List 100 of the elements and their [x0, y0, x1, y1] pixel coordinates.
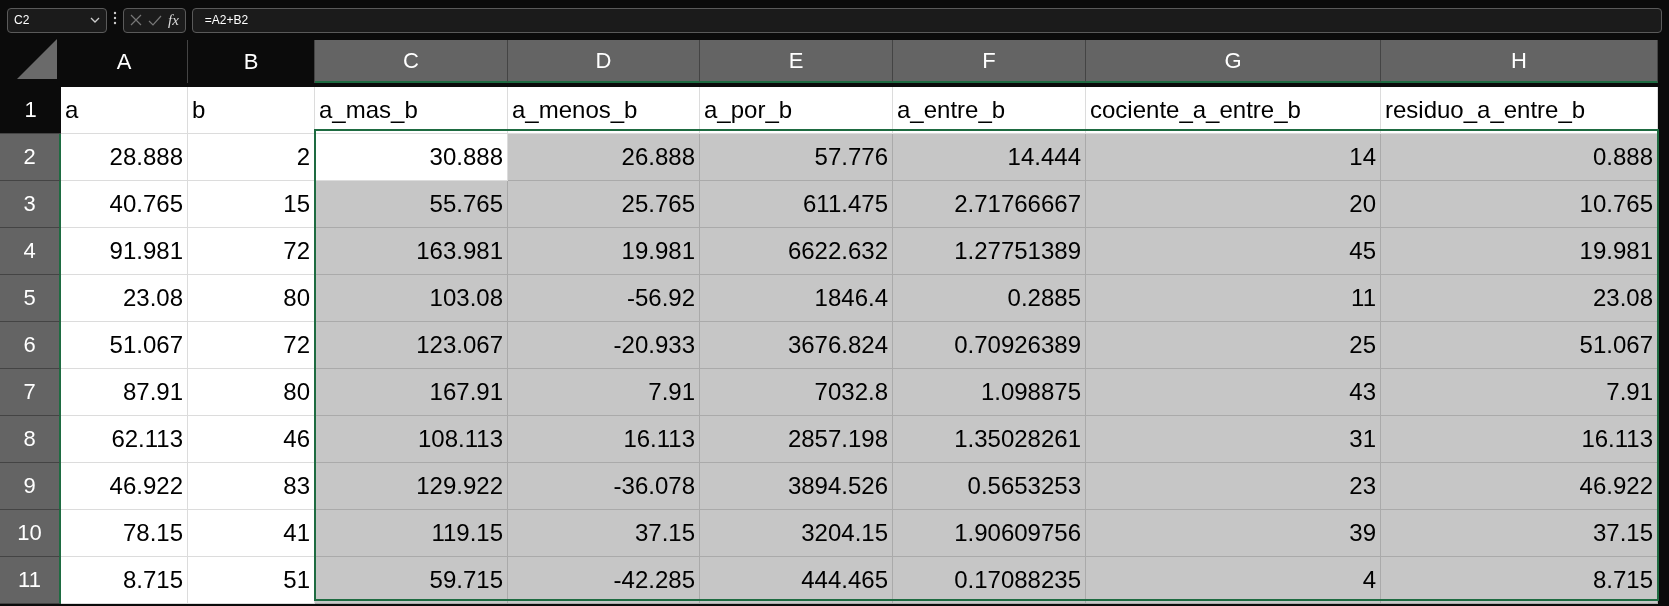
table-cell[interactable]: 87.91 [61, 369, 188, 416]
table-cell[interactable]: 59.715 [315, 557, 508, 604]
table-cell[interactable]: -20.933 [508, 322, 700, 369]
row-header[interactable]: 2 [0, 134, 61, 181]
table-cell[interactable]: 80 [188, 275, 315, 322]
table-cell[interactable]: 25 [1086, 322, 1381, 369]
table-cell[interactable]: 19.981 [508, 228, 700, 275]
table-cell[interactable]: cociente_a_entre_b [1086, 87, 1381, 134]
table-cell[interactable]: -36.078 [508, 463, 700, 510]
table-cell[interactable]: 25.765 [508, 181, 700, 228]
table-cell[interactable]: 1.098875 [893, 369, 1086, 416]
row-header[interactable]: 10 [0, 510, 61, 557]
table-cell[interactable]: 16.113 [1381, 416, 1658, 463]
column-header[interactable]: C [315, 40, 508, 83]
table-cell[interactable]: 1.27751389 [893, 228, 1086, 275]
table-cell[interactable]: 4 [1086, 557, 1381, 604]
table-cell[interactable]: 51.067 [1381, 322, 1658, 369]
table-cell[interactable]: 2857.198 [700, 416, 893, 463]
table-cell[interactable]: 23.08 [61, 275, 188, 322]
table-cell[interactable]: 31 [1086, 416, 1381, 463]
table-cell[interactable]: 37.15 [1381, 510, 1658, 557]
table-cell[interactable]: 0.888 [1381, 134, 1658, 181]
table-cell[interactable]: 40.765 [61, 181, 188, 228]
table-cell[interactable]: 91.981 [61, 228, 188, 275]
table-cell[interactable]: 72 [188, 322, 315, 369]
table-cell[interactable]: 15 [188, 181, 315, 228]
table-cell[interactable]: 28.888 [61, 134, 188, 181]
row-header[interactable]: 6 [0, 322, 61, 369]
table-cell[interactable]: 6622.632 [700, 228, 893, 275]
table-cell[interactable]: 163.981 [315, 228, 508, 275]
table-cell[interactable]: 8.715 [1381, 557, 1658, 604]
table-cell[interactable]: 78.15 [61, 510, 188, 557]
table-cell[interactable]: 19.981 [1381, 228, 1658, 275]
table-cell[interactable]: 0.70926389 [893, 322, 1086, 369]
row-header[interactable]: 8 [0, 416, 61, 463]
table-cell[interactable]: residuo_a_entre_b [1381, 87, 1658, 134]
table-cell[interactable]: 46 [188, 416, 315, 463]
table-cell[interactable]: 10.765 [1381, 181, 1658, 228]
table-cell[interactable]: 72 [188, 228, 315, 275]
table-cell[interactable]: -56.92 [508, 275, 700, 322]
row-header[interactable]: 11 [0, 557, 61, 604]
table-cell[interactable]: 14 [1086, 134, 1381, 181]
column-header[interactable]: F [893, 40, 1086, 83]
check-icon[interactable] [148, 14, 162, 26]
table-cell[interactable]: 1.35028261 [893, 416, 1086, 463]
table-cell[interactable]: 3894.526 [700, 463, 893, 510]
table-cell[interactable]: 3676.824 [700, 322, 893, 369]
table-cell[interactable]: 108.113 [315, 416, 508, 463]
table-cell[interactable]: 14.444 [893, 134, 1086, 181]
table-cell[interactable]: 0.5653253 [893, 463, 1086, 510]
table-cell[interactable]: 2 [188, 134, 315, 181]
table-cell[interactable]: 1846.4 [700, 275, 893, 322]
table-cell[interactable]: -42.285 [508, 557, 700, 604]
table-cell[interactable]: a [61, 87, 188, 134]
table-cell[interactable]: 62.113 [61, 416, 188, 463]
table-cell[interactable]: 129.922 [315, 463, 508, 510]
insert-function-button[interactable]: fx [168, 11, 179, 29]
table-cell[interactable]: a_por_b [700, 87, 893, 134]
table-cell[interactable]: 444.465 [700, 557, 893, 604]
column-header[interactable]: D [508, 40, 700, 83]
table-cell[interactable]: 83 [188, 463, 315, 510]
table-cell[interactable]: 167.91 [315, 369, 508, 416]
column-header[interactable]: H [1381, 40, 1658, 83]
table-cell[interactable]: 20 [1086, 181, 1381, 228]
table-cell[interactable]: a_menos_b [508, 87, 700, 134]
table-cell[interactable]: 46.922 [1381, 463, 1658, 510]
table-cell[interactable]: 11 [1086, 275, 1381, 322]
cancel-icon[interactable] [130, 14, 142, 26]
table-cell[interactable]: 39 [1086, 510, 1381, 557]
table-cell[interactable]: 23.08 [1381, 275, 1658, 322]
table-cell[interactable]: 2.71766667 [893, 181, 1086, 228]
table-cell[interactable]: 7.91 [1381, 369, 1658, 416]
table-cell[interactable]: 0.17088235 [893, 557, 1086, 604]
table-cell[interactable]: 3204.15 [700, 510, 893, 557]
table-cell[interactable]: 119.15 [315, 510, 508, 557]
table-cell[interactable]: 43 [1086, 369, 1381, 416]
table-cell[interactable]: b [188, 87, 315, 134]
table-cell[interactable]: 41 [188, 510, 315, 557]
table-cell[interactable]: 45 [1086, 228, 1381, 275]
table-cell[interactable]: 51.067 [61, 322, 188, 369]
column-header[interactable]: G [1086, 40, 1381, 83]
name-box[interactable]: C2 [7, 7, 107, 33]
table-cell[interactable]: 123.067 [315, 322, 508, 369]
table-cell[interactable]: 46.922 [61, 463, 188, 510]
table-cell[interactable]: 611.475 [700, 181, 893, 228]
table-cell[interactable]: 55.765 [315, 181, 508, 228]
table-cell[interactable]: 16.113 [508, 416, 700, 463]
row-header[interactable]: 9 [0, 463, 61, 510]
table-cell[interactable]: 0.2885 [893, 275, 1086, 322]
formula-field[interactable]: =A2+B2 [191, 7, 1662, 33]
table-cell[interactable]: a_mas_b [315, 87, 508, 134]
table-cell[interactable]: 1.90609756 [893, 510, 1086, 557]
table-cell[interactable]: 7.91 [508, 369, 700, 416]
table-cell[interactable]: 51 [188, 557, 315, 604]
table-cell[interactable]: 80 [188, 369, 315, 416]
row-header[interactable]: 4 [0, 228, 61, 275]
table-cell[interactable]: 57.776 [700, 134, 893, 181]
row-header[interactable]: 7 [0, 369, 61, 416]
table-cell[interactable]: 23 [1086, 463, 1381, 510]
table-cell[interactable]: 30.888 [315, 134, 508, 181]
